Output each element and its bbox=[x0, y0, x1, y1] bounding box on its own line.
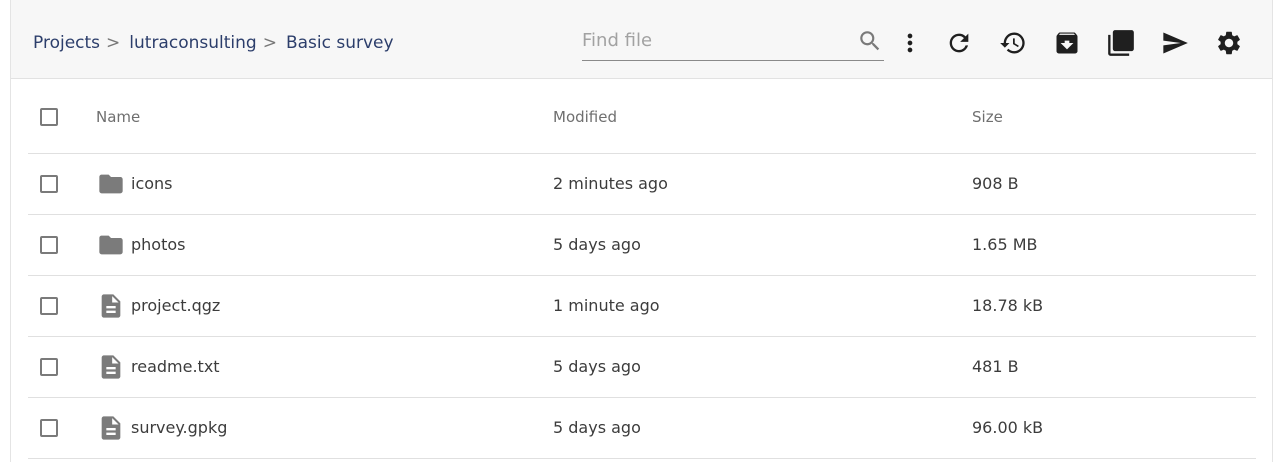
file-size: 481 B bbox=[972, 357, 1019, 376]
folder-icon bbox=[97, 231, 125, 259]
file-modified: 1 minute ago bbox=[553, 296, 660, 315]
table-row[interactable]: survey.gpkg 5 days ago 96.00 kB bbox=[28, 398, 1256, 459]
file-name[interactable]: readme.txt bbox=[131, 357, 220, 376]
file-modified: 5 days ago bbox=[553, 235, 641, 254]
download-archive-button[interactable] bbox=[1050, 26, 1084, 60]
file-name[interactable]: survey.gpkg bbox=[131, 418, 227, 437]
document-icon bbox=[97, 414, 125, 442]
file-size: 908 B bbox=[972, 174, 1019, 193]
refresh-button[interactable] bbox=[942, 26, 976, 60]
table-row[interactable]: project.qgz 1 minute ago 18.78 kB bbox=[28, 276, 1256, 337]
file-size: 18.78 kB bbox=[972, 296, 1044, 315]
file-modified: 5 days ago bbox=[553, 357, 641, 376]
table-header: Name Modified Size bbox=[28, 79, 1256, 154]
breadcrumb-projects[interactable]: Projects bbox=[33, 33, 100, 53]
file-name[interactable]: icons bbox=[131, 174, 173, 193]
history-button[interactable] bbox=[996, 26, 1030, 60]
breadcrumb-project[interactable]: Basic survey bbox=[286, 33, 394, 53]
file-name[interactable]: photos bbox=[131, 235, 185, 254]
row-checkbox[interactable] bbox=[40, 297, 58, 315]
folder-icon bbox=[97, 170, 125, 198]
breadcrumb: Projects > lutraconsulting > Basic surve… bbox=[33, 31, 394, 55]
table-row[interactable]: icons 2 minutes ago 908 B bbox=[28, 154, 1256, 215]
file-browser-card: Projects > lutraconsulting > Basic surve… bbox=[10, 0, 1273, 462]
column-header-size[interactable]: Size bbox=[972, 108, 1003, 126]
table-row[interactable]: readme.txt 5 days ago 481 B bbox=[28, 337, 1256, 398]
search-input[interactable] bbox=[582, 28, 844, 52]
file-modified: 5 days ago bbox=[553, 418, 641, 437]
more-options-button[interactable] bbox=[893, 26, 927, 60]
archive-icon bbox=[1056, 32, 1078, 54]
breadcrumb-namespace[interactable]: lutraconsulting bbox=[129, 33, 256, 53]
row-checkbox[interactable] bbox=[40, 419, 58, 437]
copy-icon bbox=[1108, 30, 1134, 56]
file-size: 96.00 kB bbox=[972, 418, 1044, 437]
file-name[interactable]: project.qgz bbox=[131, 296, 220, 315]
breadcrumb-separator: > bbox=[262, 33, 277, 53]
history-icon bbox=[1000, 32, 1025, 54]
file-table: Name Modified Size icons 2 minutes ago 9… bbox=[28, 79, 1256, 459]
file-modified: 2 minutes ago bbox=[553, 174, 668, 193]
search-icon[interactable] bbox=[857, 28, 883, 54]
row-checkbox[interactable] bbox=[40, 175, 58, 193]
document-icon bbox=[97, 292, 125, 320]
breadcrumb-separator: > bbox=[106, 33, 121, 53]
row-checkbox[interactable] bbox=[40, 236, 58, 254]
document-icon bbox=[97, 353, 125, 381]
more-vertical-icon bbox=[907, 33, 913, 53]
settings-icon bbox=[1218, 31, 1240, 55]
table-row[interactable]: photos 5 days ago 1.65 MB bbox=[28, 215, 1256, 276]
settings-button[interactable] bbox=[1212, 26, 1246, 60]
column-header-modified[interactable]: Modified bbox=[553, 108, 617, 126]
share-button[interactable] bbox=[1158, 26, 1192, 60]
send-icon bbox=[1163, 32, 1188, 54]
toolbar: Projects > lutraconsulting > Basic surve… bbox=[11, 0, 1272, 79]
refresh-icon bbox=[949, 33, 969, 53]
column-header-name[interactable]: Name bbox=[96, 108, 140, 126]
row-checkbox[interactable] bbox=[40, 358, 58, 376]
select-all-checkbox[interactable] bbox=[40, 108, 58, 126]
search-field bbox=[582, 22, 884, 61]
clone-project-button[interactable] bbox=[1104, 26, 1138, 60]
file-size: 1.65 MB bbox=[972, 235, 1038, 254]
